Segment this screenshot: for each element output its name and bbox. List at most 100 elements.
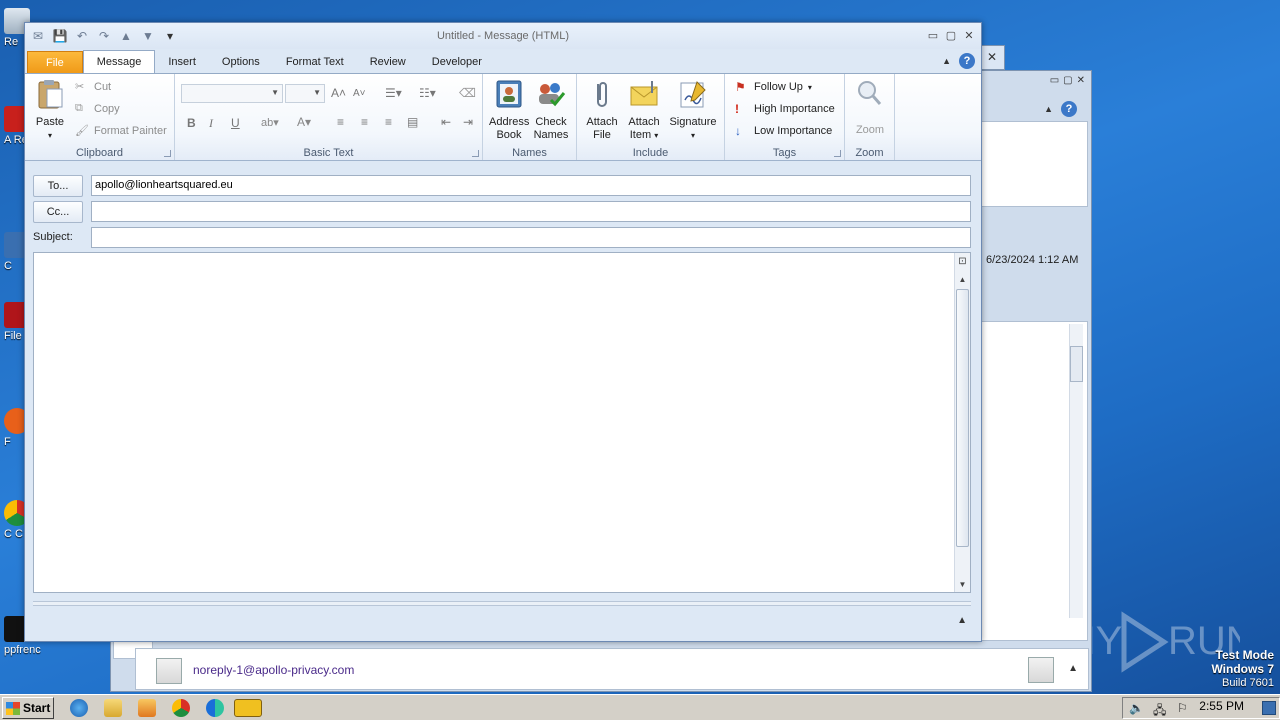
font-name-select[interactable]: ▼ [181,84,283,103]
dialog-launcher-icon[interactable] [834,150,841,157]
tab-options[interactable]: Options [209,51,273,73]
format-painter-button[interactable]: 🖌 Format Painter [75,124,167,138]
shrink-font-icon[interactable]: A˅ [353,88,366,99]
tab-review[interactable]: Review [357,51,419,73]
ruler-icon[interactable]: ⊡ [955,255,970,269]
subject-field[interactable] [91,227,971,248]
low-importance-button[interactable]: ↓ Low Importance [735,124,832,138]
help-icon[interactable]: ? [959,53,975,69]
cc-button[interactable]: Cc... [33,201,83,223]
scroll-down-icon[interactable]: ▼ [955,578,970,592]
bold-button[interactable]: B [187,116,196,130]
tab-developer[interactable]: Developer [419,51,495,73]
close-icon[interactable]: ✕ [961,27,977,43]
message-body[interactable]: ⊡ ▲ ▼ [33,252,971,593]
flag-icon: ⚑ [735,80,746,94]
attach-file-label: File [593,129,611,141]
body-scrollbar[interactable]: ⊡ ▲ ▼ [954,253,970,592]
network-icon[interactable]: 🖧 [1153,701,1166,720]
minimize-icon[interactable]: ▭ [925,27,941,43]
action-center-flag-icon[interactable]: ⚐ [1177,701,1188,715]
paste-dropdown-icon[interactable]: ▾ [31,129,69,142]
edge-icon[interactable] [206,699,224,717]
chevron-down-icon: ▾ [807,82,812,92]
align-center-icon[interactable]: ≡ [361,115,368,129]
bullets-icon[interactable]: ☰▾ [385,86,402,100]
group-include: Attach File Attach Item ▾ Signature ▾ In… [577,74,725,160]
to-field[interactable]: apollo@lionheartsquared.eu [91,175,971,196]
attach-item-button[interactable]: Attach Item ▾ [623,78,665,142]
decrease-indent-icon[interactable]: ⇤ [441,115,451,129]
increase-indent-icon[interactable]: ⇥ [463,115,473,129]
tab-message[interactable]: Message [82,50,156,74]
expand-people-icon[interactable]: ▲ [1068,663,1078,674]
align-right-icon[interactable]: ≡ [385,115,392,129]
outlook-taskbar-icon[interactable] [234,699,262,717]
check-names-icon [539,83,566,107]
dialog-launcher-icon[interactable] [164,150,171,157]
tab-format-text[interactable]: Format Text [273,51,357,73]
signature-label: Signature [669,116,717,128]
collapse-ribbon-icon[interactable]: ▲ [942,56,951,66]
explorer-icon[interactable] [104,699,122,717]
cut-label: Cut [94,81,112,93]
chevron-down-icon[interactable]: ▾ [665,129,721,142]
ribbon-right-controls: ▲ ? [942,53,975,69]
attach-file-button[interactable]: Attach File [581,78,623,142]
grow-font-icon[interactable]: A˄ [331,86,346,100]
check-names-label: Check [535,116,567,128]
justify-icon[interactable]: ▤ [407,115,418,129]
people-pane-toggle-icon[interactable]: ▲ [957,615,967,626]
maximize-icon[interactable]: ▢ [1063,75,1072,86]
watermark-line: Build 7601 [1222,677,1274,689]
scroll-up-icon[interactable]: ▲ [955,273,970,287]
background-scrollbar[interactable] [1069,324,1083,618]
align-left-icon[interactable]: ≡ [337,115,344,129]
underline-button[interactable]: U [231,116,240,130]
tab-file[interactable]: File [27,51,83,73]
show-desktop-icon[interactable] [1262,701,1276,715]
dialog-launcher-icon[interactable] [472,150,479,157]
clock[interactable]: 2:55 PM [1199,699,1244,713]
check-names-button[interactable]: Check Names [531,78,571,142]
exclamation-icon: ! [735,102,739,116]
maximize-icon[interactable]: ▢ [943,27,959,43]
close-icon[interactable]: ✕ [987,50,997,64]
paste-button[interactable]: Paste ▾ [31,78,69,142]
close-icon[interactable]: ✕ [1077,75,1085,86]
title-bar[interactable]: ✉ 💾 ↶ ↷ ▲ ▼ ▾ Untitled - Message (HTML) … [25,23,981,49]
signature-button[interactable]: Signature ▾ [665,78,721,142]
background-window-close[interactable]: ✕ [980,45,1005,70]
chrome-icon[interactable] [172,699,190,717]
font-color-icon[interactable]: A▾ [297,115,311,129]
follow-up-button[interactable]: ⚑ Follow Up ▾ [735,80,812,94]
collapse-ribbon-icon[interactable]: ▲ [1044,104,1053,114]
copy-button[interactable]: ⧉ Copy [75,102,120,116]
zoom-button[interactable]: Zoom [849,78,891,137]
highlight-icon[interactable]: ab▾ [261,116,279,129]
volume-icon[interactable]: 🔈 [1129,701,1144,715]
to-button[interactable]: To... [33,175,83,197]
help-icon[interactable]: ? [1061,101,1077,117]
italic-button[interactable]: I [209,116,213,131]
font-size-select[interactable]: ▼ [285,84,325,103]
numbering-icon[interactable]: ☷▾ [419,86,436,100]
scrollbar-thumb[interactable] [956,289,969,547]
cc-field[interactable] [91,201,971,222]
media-player-icon[interactable] [138,699,156,717]
envelope-icon [630,81,658,106]
cut-button[interactable]: ✂ Cut [75,80,111,94]
high-importance-button[interactable]: ! High Importance [735,102,835,116]
ie-icon[interactable] [70,699,88,717]
tab-insert[interactable]: Insert [155,51,209,73]
chevron-down-icon[interactable]: ▾ [654,131,658,140]
start-button[interactable]: Start [2,697,54,719]
background-window-controls[interactable]: ▭ ▢ ✕ [1050,75,1085,86]
subject-row: Subject: [25,227,981,249]
start-label: Start [23,701,51,715]
clear-formatting-icon[interactable]: ⌫ [459,86,476,100]
sender-address[interactable]: noreply-1@apollo-privacy.com [193,663,354,677]
address-book-button[interactable]: Address Book [489,78,529,142]
scrollbar-thumb[interactable] [1070,346,1083,382]
minimize-icon[interactable]: ▭ [1050,75,1059,86]
